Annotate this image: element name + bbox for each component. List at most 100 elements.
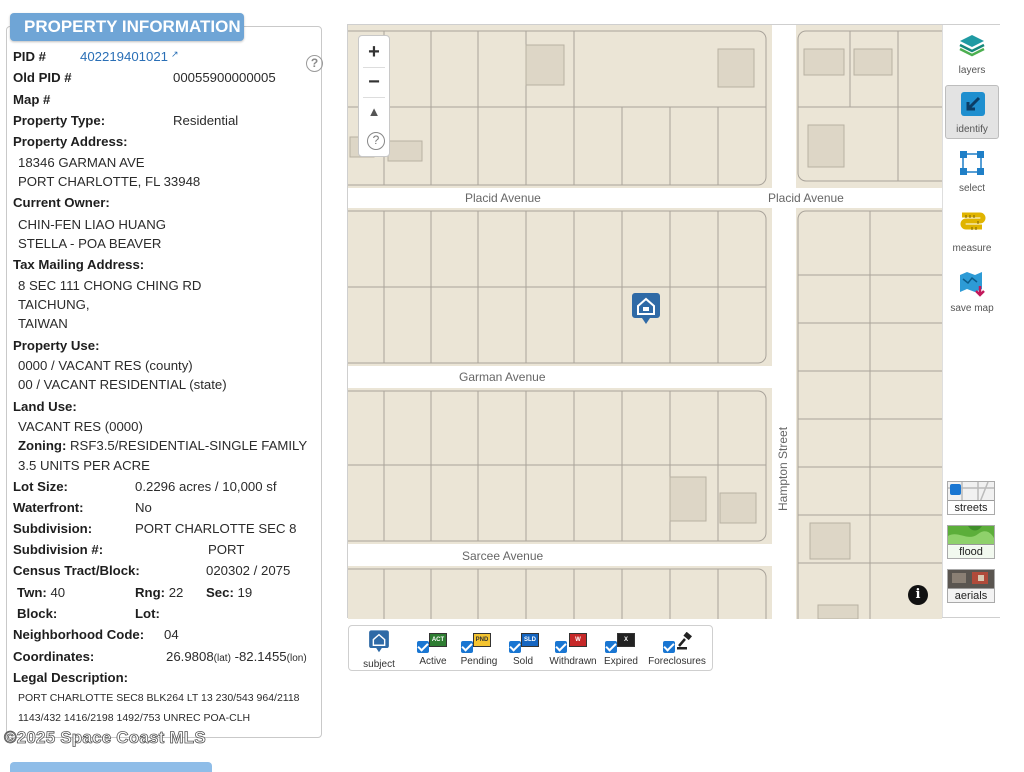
measure-icon: [960, 212, 986, 230]
foreclosure-gavel-icon: [677, 632, 692, 650]
legend-subject[interactable]: subject: [359, 629, 399, 670]
property-use-label: Property Use:: [13, 338, 100, 353]
coordinates-label: Coordinates:: [13, 649, 95, 664]
subdivision-value: PORT CHARLOTTE SEC 8: [135, 521, 297, 536]
legend-foreclosures[interactable]: Foreclosures: [647, 629, 707, 669]
measure-label: measure: [952, 243, 992, 254]
census-value: 020302 / 2075: [206, 563, 291, 578]
aerials-layer-toggle[interactable]: aerials: [947, 569, 995, 603]
mailing-line-2: TAICHUNG,: [18, 297, 90, 312]
expired-sign-icon: X: [617, 633, 635, 647]
mailing-line-1: 8 SEC 111 CHONG CHING RD: [18, 278, 202, 293]
legend-expired[interactable]: X Expired: [603, 629, 639, 669]
map-container: Placid Avenue Placid Avenue Garman Avenu…: [347, 24, 1000, 619]
waterfront-label: Waterfront:: [13, 500, 84, 515]
external-link-icon[interactable]: ↗: [171, 49, 179, 59]
save-map-label: save map: [950, 303, 994, 314]
sold-checkbox[interactable]: [509, 641, 521, 653]
township-label: Twn:: [17, 585, 47, 600]
property-type-value: Residential: [173, 113, 239, 128]
land-use-value: VACANT RES (0000): [18, 419, 143, 434]
select-label: select: [958, 183, 986, 194]
zoning-line-2: 3.5 UNITS PER ACRE: [18, 458, 150, 473]
identify-tool[interactable]: identify: [945, 85, 999, 139]
waterfront-value: No: [135, 500, 152, 515]
streets-layer-toggle[interactable]: streets: [947, 481, 995, 515]
aerials-thumbnail-icon: [948, 570, 994, 590]
reset-north-button[interactable]: ▲: [359, 98, 389, 128]
withdrawn-checkbox[interactable]: [555, 641, 567, 653]
owner-line-1: CHIN-FEN LIAO HUANG: [18, 217, 167, 232]
legend-sold[interactable]: SLD Sold: [507, 629, 539, 669]
subject-property-marker-icon[interactable]: [631, 291, 661, 325]
hampton-street-road: [772, 25, 796, 619]
placid-avenue-road: [348, 188, 942, 208]
flood-thumbnail-icon: [948, 526, 994, 546]
save-map-icon: [960, 272, 985, 297]
section-label: Sec:: [206, 585, 234, 600]
map-info-button[interactable]: i: [908, 585, 928, 605]
select-icon: [960, 151, 984, 175]
measure-tool[interactable]: measure: [945, 205, 999, 259]
subdivision-number-value: PORT: [208, 542, 245, 557]
legend-expired-label: Expired: [604, 656, 638, 667]
pending-checkbox[interactable]: [461, 641, 473, 653]
map-number-label: Map #: [13, 92, 51, 107]
identify-label: identify: [956, 124, 988, 135]
zoom-in-button[interactable]: +: [359, 38, 389, 68]
active-checkbox[interactable]: [417, 641, 429, 653]
longitude-unit: (lon): [286, 653, 307, 664]
layers-tool[interactable]: layers: [945, 27, 999, 81]
property-address-label: Property Address:: [13, 134, 128, 149]
subdivision-label: Subdivision:: [13, 521, 93, 536]
legal-description-line-1: PORT CHARLOTTE SEC8 BLK264 LT 13 230/543…: [18, 692, 300, 704]
street-label-sarcee: Sarcee Avenue: [462, 549, 544, 563]
land-use-label: Land Use:: [13, 399, 77, 414]
current-owner-label: Current Owner:: [13, 195, 110, 210]
legal-description-label: Legal Description:: [13, 670, 129, 685]
neighborhood-value: 04: [164, 627, 179, 642]
help-icon[interactable]: ?: [306, 55, 323, 72]
latitude-value: 26.9808: [166, 649, 214, 664]
expired-checkbox[interactable]: [605, 641, 617, 653]
pid-label: PID #: [13, 49, 46, 64]
identify-icon: [961, 92, 985, 116]
zoom-out-button[interactable]: −: [359, 68, 389, 98]
township-value: 40: [50, 585, 66, 600]
property-use-state: 00 / VACANT RESIDENTIAL (state): [18, 377, 227, 392]
flood-layer-toggle[interactable]: flood: [947, 525, 995, 559]
legend-sold-label: Sold: [512, 656, 533, 667]
next-panel-tab[interactable]: [10, 762, 212, 772]
legend-active[interactable]: ACT Active: [415, 629, 451, 669]
layers-icon: [959, 35, 985, 57]
property-use-county: 0000 / VACANT RES (county): [18, 358, 193, 373]
legend-withdrawn[interactable]: W Withdrawn: [547, 629, 599, 669]
garman-avenue-road: [348, 366, 778, 388]
old-pid-value: 00055900000005: [173, 70, 276, 85]
legend-withdrawn-label: Withdrawn: [549, 656, 597, 667]
save-map-tool[interactable]: save map: [945, 265, 999, 319]
street-label-garman: Garman Avenue: [459, 370, 546, 384]
aerials-layer-label: aerials: [948, 588, 994, 602]
select-tool[interactable]: select: [945, 145, 999, 199]
address-line-1: 18346 GARMAN AVE: [18, 155, 145, 170]
owner-line-2: STELLA - POA BEAVER: [18, 236, 162, 251]
zoning-label: Zoning:: [18, 438, 67, 453]
range-label: Rng:: [135, 585, 166, 600]
streets-layer-label: streets: [948, 500, 994, 514]
block-label: Block:: [17, 606, 58, 621]
withdrawn-sign-icon: W: [569, 633, 587, 647]
lot-size-value: 0.2296 acres / 10,000 sf: [135, 479, 277, 494]
parcel-map[interactable]: Placid Avenue Placid Avenue Garman Avenu…: [348, 25, 942, 619]
section-value: 19: [237, 585, 253, 600]
panel-title: PROPERTY INFORMATION: [10, 13, 244, 41]
legend-subject-label: subject: [363, 659, 395, 670]
map-help-icon[interactable]: ?: [367, 132, 385, 150]
foreclosures-checkbox[interactable]: [663, 641, 675, 653]
lot-size-label: Lot Size:: [13, 479, 68, 494]
zoom-control: + − ▲ ?: [358, 35, 390, 157]
legend-pending[interactable]: PND Pending: [459, 629, 499, 669]
streets-checkbox[interactable]: [950, 484, 961, 495]
pid-link[interactable]: 402219401021: [80, 49, 168, 64]
flood-layer-label: flood: [948, 544, 994, 558]
